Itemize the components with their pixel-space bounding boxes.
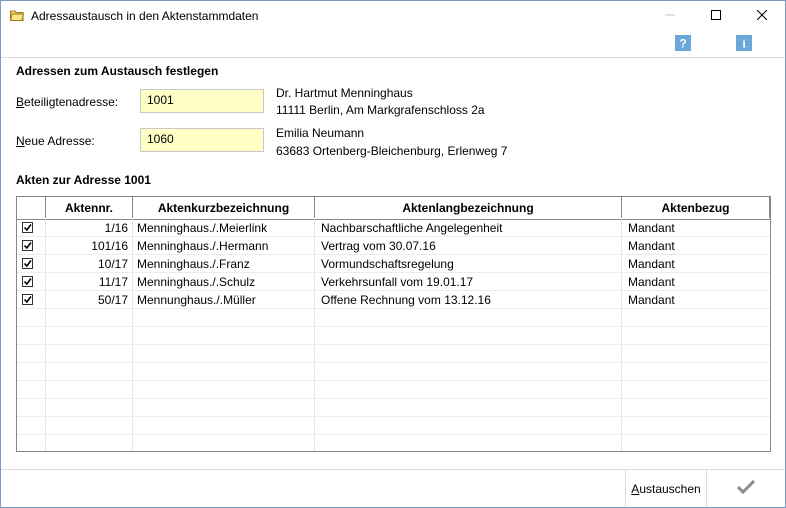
header-divider <box>1 57 785 58</box>
cell-aktenkurzbezeichnung: Menninghaus./.Meierlink <box>137 221 268 235</box>
neue-adresse-input[interactable]: 1060 <box>140 128 264 152</box>
dialog-window: Adressaustausch in den Aktenstammdaten ? <box>0 0 786 508</box>
empty-table-row[interactable] <box>17 381 770 399</box>
close-button[interactable] <box>739 1 785 31</box>
cell-aktenbezug: Mandant <box>628 239 675 253</box>
cell-aktenbezug: Mandant <box>628 293 675 307</box>
column-header-aktenlangbezeichnung[interactable]: Aktenlangbezeichnung <box>315 197 622 218</box>
cell-aktennr: 1/16 <box>104 221 128 235</box>
address-section-heading: Adressen zum Austausch festlegen <box>16 64 219 78</box>
minimize-button[interactable] <box>647 1 693 31</box>
column-header-aktennr[interactable]: Aktennr. <box>46 197 133 218</box>
cell-aktennr: 101/16 <box>91 239 128 253</box>
row-checkbox[interactable] <box>22 222 33 233</box>
beteiligte-address: 11111 Berlin, Am Markgrafenschloss 2a <box>276 103 485 117</box>
cell-aktennr: 50/17 <box>97 293 128 307</box>
table-header: Aktennr. Aktenkurzbezeichnung Aktenlangb… <box>17 197 770 220</box>
minimize-icon <box>665 9 675 23</box>
empty-table-row[interactable] <box>17 435 770 451</box>
maximize-button[interactable] <box>693 1 739 31</box>
ok-button[interactable] <box>707 470 785 507</box>
cell-aktenlangbezeichnung: Nachbarschaftliche Angelegenheit <box>321 221 503 235</box>
austauschen-button[interactable]: Austauschen <box>626 470 706 507</box>
empty-table-row[interactable] <box>17 417 770 435</box>
cell-aktenkurzbezeichnung: Menninghaus./.Schulz <box>137 275 256 289</box>
empty-table-row[interactable] <box>17 309 770 327</box>
empty-table-row[interactable] <box>17 363 770 381</box>
empty-table-row[interactable] <box>17 399 770 417</box>
grid-line <box>770 219 771 451</box>
table-row[interactable]: 11/17 Menninghaus./.Schulz Verkehrsunfall … <box>17 273 770 291</box>
help-icon: ? <box>675 34 691 54</box>
empty-table-row[interactable] <box>17 345 770 363</box>
column-header-aktenkurzbezeichnung[interactable]: Aktenkurzbezeichnung <box>133 197 315 218</box>
row-checkbox[interactable] <box>22 276 33 287</box>
cell-aktenlangbezeichnung: Verkehrsunfall vom 19.01.17 <box>321 275 474 289</box>
empty-table-row[interactable] <box>17 327 770 345</box>
svg-text:?: ? <box>679 36 686 50</box>
table-row[interactable]: 101/16 Menninghaus./.Hermann Vertrag vom 3… <box>17 237 770 255</box>
beteiligte-name: Dr. Hartmut Menninghaus <box>276 86 413 100</box>
cell-aktenkurzbezeichnung: Menninghaus./.Hermann <box>137 239 269 253</box>
title-bar: Adressaustausch in den Aktenstammdaten <box>1 1 785 31</box>
row-checkbox[interactable] <box>22 294 33 305</box>
cell-aktenlangbezeichnung: Vormundschaftsregelung <box>321 257 454 271</box>
info-icon: i <box>736 34 752 54</box>
info-button[interactable]: i <box>736 34 752 54</box>
table-row[interactable]: 1/16 Menninghaus./.Meierlink Nachbarschaft… <box>17 219 770 237</box>
beteiligtenadresse-label: Beteiligtenadresse: <box>16 95 119 109</box>
help-button[interactable]: ? <box>675 34 691 54</box>
checkmark-icon <box>736 479 756 497</box>
files-section-heading: Akten zur Adresse 1001 <box>16 173 151 187</box>
row-checkbox[interactable] <box>22 258 33 269</box>
neue-name: Emilia Neumann <box>276 126 365 140</box>
column-header-aktenbezug[interactable]: Aktenbezug <box>622 197 770 218</box>
cell-aktenbezug: Mandant <box>628 221 675 235</box>
cell-aktenbezug: Mandant <box>628 257 675 271</box>
neue-adresse-label: Neue Adresse: <box>16 134 95 148</box>
table-row[interactable]: 10/17 Menninghaus./.Franz Vormundschaftsre… <box>17 255 770 273</box>
cell-aktennr: 10/17 <box>97 257 128 271</box>
neue-address: 63683 Ortenberg-Bleichenburg, Erlenweg 7 <box>276 144 508 158</box>
cell-aktenkurzbezeichnung: Mennunghaus./.Müller <box>137 293 256 307</box>
cell-aktenkurzbezeichnung: Menninghaus./.Franz <box>137 257 250 271</box>
table-row[interactable]: 50/17 Mennunghaus./.Müller Offene Rechnung… <box>17 291 770 309</box>
folder-icon <box>9 9 25 21</box>
maximize-icon <box>711 9 721 23</box>
cell-aktenlangbezeichnung: Vertrag vom 30.07.16 <box>321 239 436 253</box>
cell-aktenbezug: Mandant <box>628 275 675 289</box>
files-table[interactable]: Aktennr. Aktenkurzbezeichnung Aktenlangb… <box>16 196 771 452</box>
window-title: Adressaustausch in den Aktenstammdaten <box>31 9 259 23</box>
column-header-check[interactable] <box>17 197 46 218</box>
row-checkbox[interactable] <box>22 240 33 251</box>
cell-aktennr: 11/17 <box>98 275 128 289</box>
austauschen-label: Austauschen <box>631 481 701 496</box>
beteiligtenadresse-input[interactable]: 1001 <box>140 89 264 113</box>
cell-aktenlangbezeichnung: Offene Rechnung vom 13.12.16 <box>321 293 491 307</box>
close-icon <box>756 9 768 23</box>
